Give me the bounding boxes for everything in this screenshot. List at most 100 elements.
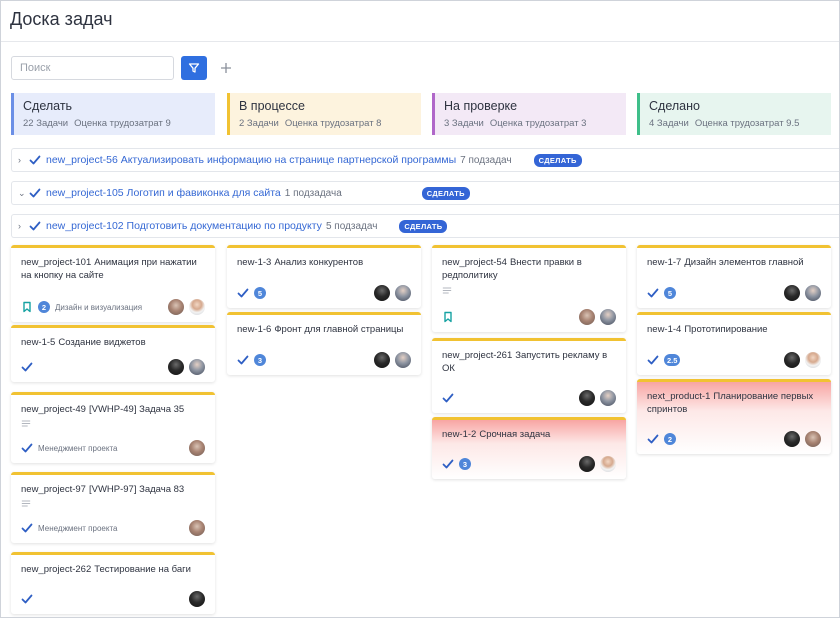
task-card[interactable]: new-1-6 Фронт для главной страницы 3 [227,312,421,375]
epic-subtasks: 1 подзадача [284,187,342,199]
check-icon [647,433,659,445]
board-window: Доска задач Сделать 22 ЗадачиОценка труд… [0,0,840,618]
estimate-badge: 5 [664,287,676,299]
task-key: new-1-3 [237,257,272,268]
avatar[interactable] [395,285,411,301]
epic-title[interactable]: new_project-102 Подготовить документацию… [46,220,322,232]
epic-row[interactable]: › new_project-102 Подготовить документац… [11,214,839,238]
avatar[interactable] [805,352,821,368]
filter-button[interactable] [181,56,207,80]
estimate-badge: 5 [254,287,266,299]
task-card[interactable]: new_project-54 Внести правки в редполитик… [432,245,626,332]
chevron-right-icon[interactable]: › [18,155,28,165]
task-card[interactable]: new-1-5 Создание виджетов [11,325,215,382]
card-title: new-1-4 Прототипирование [647,323,821,336]
check-icon [28,187,42,199]
avatar[interactable] [579,309,595,325]
avatar[interactable] [600,309,616,325]
task-title: Срочная задача [479,429,551,440]
chevron-down-icon[interactable]: ⌄ [18,188,28,199]
filter-icon [188,63,200,73]
status-badge: СДЕЛАТЬ [421,186,470,200]
task-card-urgent[interactable]: new-1-2 Срочная задача 3 [432,417,626,479]
card-title: new_project-261 Запустить рекламу в ОК [442,349,616,375]
task-card[interactable]: new_project-261 Запустить рекламу в ОК [432,338,626,413]
avatar[interactable] [600,456,616,472]
task-card[interactable]: new-1-4 Прототипирование 2.5 [637,312,831,375]
description-icon [21,499,31,508]
task-card[interactable]: new-1-7 Дизайн элементов главной 5 [637,245,831,308]
task-title: Анализ конкурентов [274,257,364,268]
column-header-done[interactable]: Сделано 4 Задачи Оценка трудозатрат 9.5 [637,93,831,135]
avatar[interactable] [784,285,800,301]
avatar[interactable] [395,352,411,368]
card-title: new_project-101 Анимация при нажатии на к… [21,256,205,282]
avatar[interactable] [189,359,205,375]
bookmark-icon [442,311,454,323]
task-card-urgent[interactable]: next_product-1 Планирование первых спринт… [637,379,831,454]
task-card[interactable]: new_project-101 Анимация при нажатии на к… [11,245,215,322]
avatar[interactable] [600,390,616,406]
estimate-badge: 2 [38,301,50,313]
avatar[interactable] [784,431,800,447]
epic-subtasks: 7 подзадач [460,154,512,166]
check-icon [647,354,659,366]
avatar[interactable] [189,591,205,607]
task-key: new-1-4 [647,324,682,335]
avatar[interactable] [784,352,800,368]
plus-icon [221,63,231,73]
epic-row[interactable]: › new_project-56 Актуализировать информа… [11,148,839,172]
search-input[interactable] [11,56,174,80]
avatar[interactable] [579,390,595,406]
epic-subtasks: 5 подзадач [325,220,378,232]
task-title: [VWHP-97] Задача 83 [88,484,185,495]
epic-title[interactable]: new_project-56 Актуализировать информаци… [46,154,456,166]
card-title: new_project-97 [VWHP-97] Задача 83 [21,483,205,496]
card-title: new-1-3 Анализ конкурентов [237,256,411,269]
task-key: new-1-6 [237,324,272,335]
avatar[interactable] [189,440,205,456]
card-tag: Менеджмент проекта [38,443,118,453]
task-key: new_project-262 [21,564,92,575]
card-title: new_project-49 [VWHP-49] Задача 35 [21,403,205,416]
avatar[interactable] [805,285,821,301]
task-key: new_project-49 [21,404,86,415]
column-header-progress[interactable]: В процессе 2 Задачи Оценка трудозатрат 8 [227,93,421,135]
column-count: 2 Задачи [239,118,279,129]
avatar[interactable] [168,299,184,315]
estimate-badge: 2 [664,433,676,445]
epic-row[interactable]: ⌄ new_project-105 Логотип и фавиконка дл… [11,181,839,205]
avatar[interactable] [374,285,390,301]
avatar[interactable] [168,359,184,375]
task-key: new-1-7 [647,257,682,268]
avatar[interactable] [805,431,821,447]
column-name: На проверке [444,99,518,113]
avatar[interactable] [374,352,390,368]
epic-title[interactable]: new_project-105 Логотип и фавиконка для … [46,187,281,199]
task-card[interactable]: new-1-3 Анализ конкурентов 5 [227,245,421,308]
task-card[interactable]: new_project-49 [VWHP-49] Задача 35 Менедж… [11,392,215,463]
check-icon [28,154,42,166]
column-header-todo[interactable]: Сделать 22 Задачи Оценка трудозатрат 9 [11,93,215,135]
task-title: Прототипирование [684,324,768,335]
add-button[interactable] [215,56,237,80]
task-card[interactable]: new_project-97 [VWHP-97] Задача 83 Менедж… [11,472,215,543]
check-icon [21,593,33,605]
task-key: new-1-5 [21,337,56,348]
card-title: new_project-262 Тестирование на баги [21,563,205,576]
task-key: new_project-261 [442,350,513,361]
task-key: new_project-101 [21,257,92,268]
column-count: 4 Задачи [649,118,689,129]
estimate-badge: 3 [254,354,266,366]
description-icon [442,286,452,295]
task-title: Создание виджетов [58,337,146,348]
chevron-right-icon[interactable]: › [18,221,28,231]
page-title: Доска задач [10,9,113,29]
avatar[interactable] [579,456,595,472]
check-icon [237,354,249,366]
column-estimate: Оценка трудозатрат 9 [74,118,171,129]
avatar[interactable] [189,299,205,315]
avatar[interactable] [189,520,205,536]
task-card[interactable]: new_project-262 Тестирование на баги [11,552,215,614]
column-header-review[interactable]: На проверке 3 Задачи Оценка трудозатрат 3 [432,93,626,135]
